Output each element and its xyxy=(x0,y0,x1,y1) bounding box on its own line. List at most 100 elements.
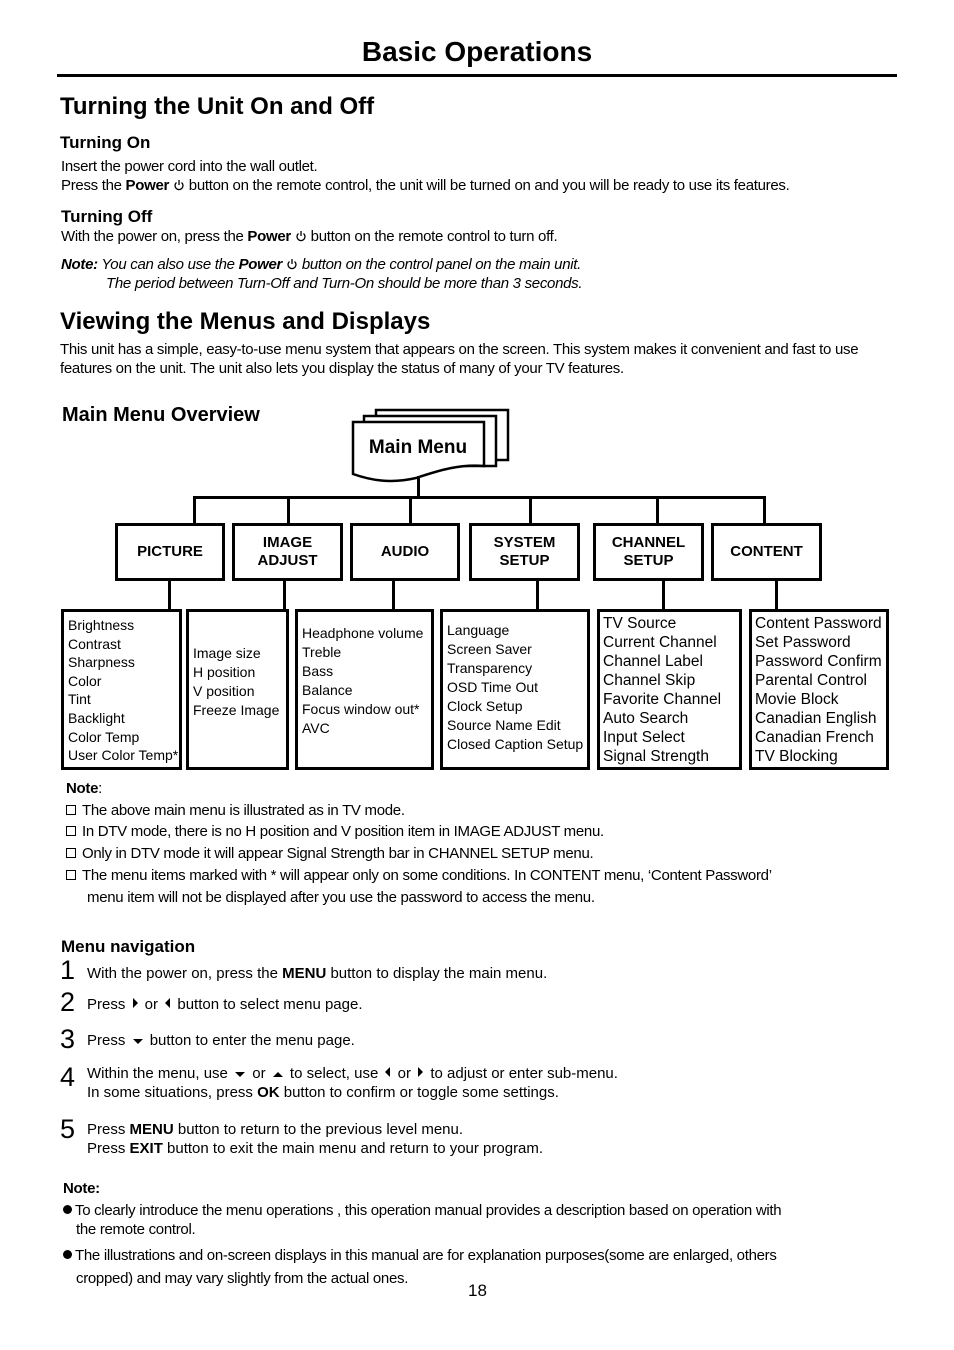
left-arrow-icon xyxy=(385,1067,391,1077)
down-arrow-icon xyxy=(132,1039,143,1044)
text: With the power on, press the xyxy=(61,228,248,245)
step-2-text: Press or button to select menu page. xyxy=(87,995,363,1014)
submenu-item: Headphone volume xyxy=(302,625,424,641)
connector-line xyxy=(529,496,532,524)
menu-note-item-continued: menu item will not be displayed after yo… xyxy=(87,889,595,906)
menu-note-item: Only in DTV mode it will appear Signal S… xyxy=(66,843,594,865)
text: to select, use xyxy=(285,1065,383,1082)
connector-line xyxy=(392,580,395,611)
submenu-item: OSD Time Out xyxy=(447,679,539,695)
text: Press xyxy=(87,1140,130,1157)
text: or xyxy=(140,996,163,1013)
connector-line xyxy=(283,580,286,611)
bullet-icon xyxy=(63,1205,72,1214)
submenu-item: Color Temp xyxy=(68,728,140,745)
submenu-item: Canadian English xyxy=(755,710,877,727)
text: You can also use the xyxy=(97,256,239,273)
checkbox-bullet-icon xyxy=(66,848,76,858)
checkbox-bullet-icon xyxy=(66,870,76,880)
text: or xyxy=(393,1065,416,1082)
final-note-bullet: To clearly introduce the menu operations… xyxy=(63,1201,782,1220)
power-label: Power xyxy=(125,177,170,194)
submenu-item: Current Channel xyxy=(603,634,717,651)
turning-on-line1: Insert the power cord into the wall outl… xyxy=(61,158,318,175)
submenu-item: Contrast xyxy=(68,635,121,652)
power-icon xyxy=(174,180,184,191)
text: button to return to the previous level m… xyxy=(173,1121,464,1138)
submenu-item: Set Password xyxy=(755,634,851,651)
submenu-item: Auto Search xyxy=(603,710,689,727)
power-label: Power xyxy=(247,228,291,245)
submenu-picture: Brightness Contrast Sharpness Color Tint Back… xyxy=(61,609,182,770)
right-arrow-icon xyxy=(418,1067,424,1077)
menu-note-item: The above main menu is illustrated as in… xyxy=(66,800,405,822)
submenu-item: User Color Temp* xyxy=(68,747,179,764)
submenu-item: Signal Strength xyxy=(603,748,709,765)
submenu-system-setup: Language Screen Saver Transparency OSD Time… xyxy=(440,609,590,770)
connector-line xyxy=(417,476,420,498)
step-number: 1 xyxy=(60,955,76,985)
step-1-text: With the power on, press the MENU button… xyxy=(87,964,547,983)
final-note-bullet-continued: the remote control. xyxy=(76,1221,196,1238)
connector-line xyxy=(193,496,196,524)
connector-line xyxy=(287,496,290,524)
menus-intro: This unit has a simple, easy-to-use menu… xyxy=(60,341,859,377)
connector-line xyxy=(763,496,766,524)
menu-category-image-adjust: IMAGE ADJUST xyxy=(232,523,343,581)
step-3-text: Press button to enter the menu page. xyxy=(87,1031,355,1050)
subheading-turning-off: Turning Off xyxy=(61,207,153,226)
text: The menu items marked with * will appear… xyxy=(82,867,772,884)
connector-line xyxy=(656,496,659,524)
submenu-item: Channel Label xyxy=(603,653,703,670)
submenu-content: Content Password Set Password Password Con… xyxy=(749,609,889,770)
note-label: Note xyxy=(66,780,99,797)
final-note-bullet: The illustrations and on-screen displays… xyxy=(63,1246,777,1265)
text: button to confirm or toggle some setting… xyxy=(279,1084,559,1101)
submenu-item: Screen Saver xyxy=(447,641,532,657)
step-number: 3 xyxy=(60,1024,76,1054)
submenu-item: AVC xyxy=(302,720,330,736)
text: With the power on, press the xyxy=(87,965,283,982)
text: button to enter the menu page. xyxy=(149,1032,355,1049)
connector-line xyxy=(662,580,665,611)
right-arrow-icon xyxy=(132,998,138,1008)
step-number: 2 xyxy=(60,987,76,1017)
bullet-icon xyxy=(63,1250,72,1259)
main-menu-overview-heading: Main Menu Overview xyxy=(62,404,260,426)
text: to adjust or enter sub-menu. xyxy=(426,1065,618,1082)
connector-line xyxy=(536,580,539,611)
text: Only in DTV mode it will appear Signal S… xyxy=(82,845,594,862)
power-label: Power xyxy=(238,256,283,273)
page-title: Basic Operations xyxy=(361,36,593,67)
submenu-item: Treble xyxy=(302,644,342,660)
submenu-audio: Headphone volume Treble Bass Balance Focus w… xyxy=(295,609,434,770)
submenu-item: Source Name Edit xyxy=(447,717,561,733)
submenu-item: H position xyxy=(193,664,256,680)
step-number: 4 xyxy=(60,1062,76,1092)
submenu-image-adjust: Image size H position V position Freeze Ima… xyxy=(186,609,289,770)
connector-line xyxy=(168,580,171,611)
note-label: Note: xyxy=(61,256,98,273)
connector-line xyxy=(193,496,766,499)
text: The above main menu is illustrated as in… xyxy=(82,802,405,819)
checkbox-bullet-icon xyxy=(66,826,76,836)
submenu-item: Freeze Image xyxy=(193,702,280,718)
connector-line xyxy=(409,496,412,524)
submenu-item: TV Source xyxy=(603,615,677,632)
title-divider xyxy=(57,74,897,77)
menu-note-item: In DTV mode, there is no H position and … xyxy=(66,821,604,843)
submenu-item: Movie Block xyxy=(755,691,839,708)
down-arrow-icon xyxy=(235,1072,246,1077)
submenu-item: Language xyxy=(447,622,510,638)
subheading-turning-on: Turning On xyxy=(60,133,151,152)
text: button on the remote control, the unit w… xyxy=(184,177,790,194)
menu-note-item: The menu items marked with * will appear… xyxy=(66,865,772,887)
text: Press xyxy=(87,996,130,1013)
text: button on the control panel on the main … xyxy=(297,256,582,273)
text: The illustrations and on-screen displays… xyxy=(75,1247,777,1264)
section-heading-turning: Turning the Unit On and Off xyxy=(60,93,375,120)
menu-key-label: MENU xyxy=(129,1121,174,1138)
submenu-item: Focus window out* xyxy=(302,701,420,717)
turning-off-line: With the power on, press the Power butto… xyxy=(61,227,558,246)
checkbox-bullet-icon xyxy=(66,805,76,815)
